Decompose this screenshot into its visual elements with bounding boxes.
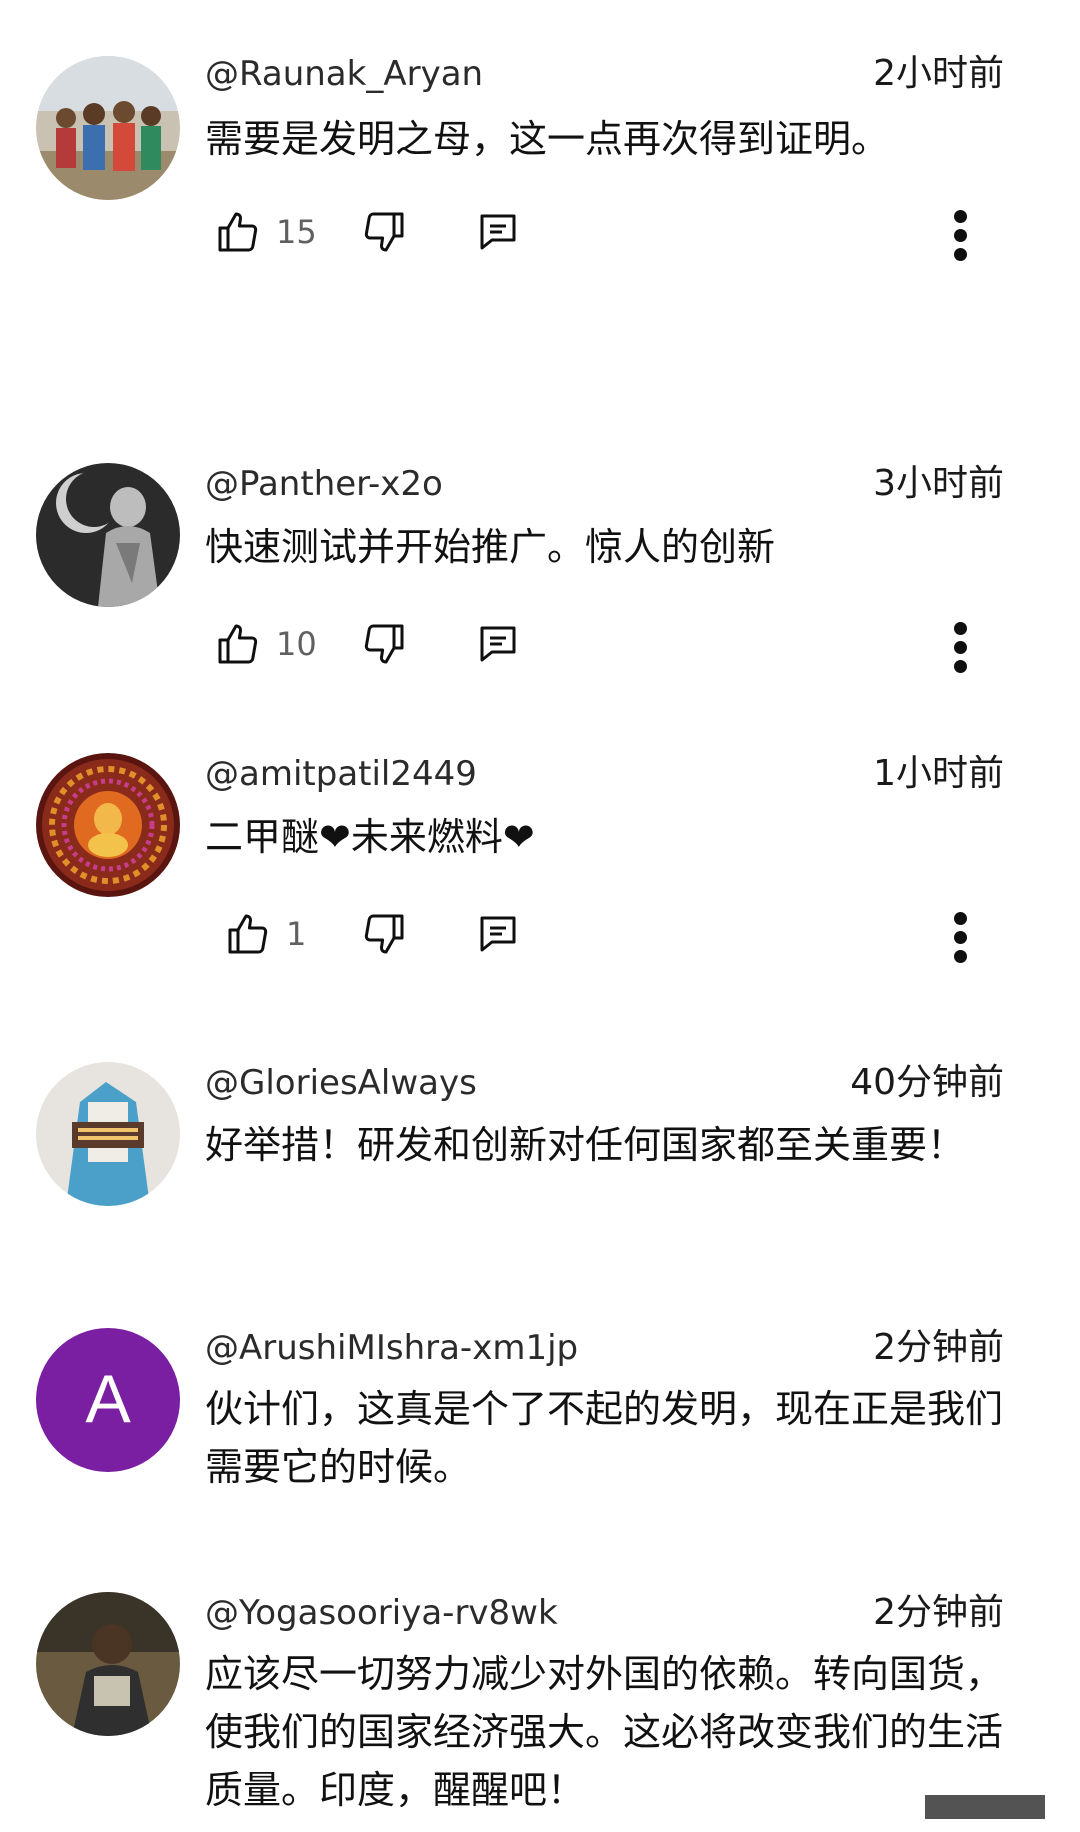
avatar[interactable] [36, 1062, 180, 1206]
comment-text: 需要是发明之母，这一点再次得到证明。 [205, 117, 890, 161]
comment-author[interactable]: @ArushiMIshra-xm1jp [205, 1326, 578, 1370]
comment-text: 应该尽一切努力减少对外国的依赖。转向国货，使我们的国家经济强大。这必将改变我们的… [205, 1652, 1004, 1812]
avatar[interactable]: A [36, 1328, 180, 1472]
comment-timestamp: 3小时前 [873, 463, 1004, 504]
thumbs-up-icon[interactable] [214, 208, 262, 256]
like-count: 15 [276, 213, 317, 251]
comment-timestamp: 40分钟前 [850, 1062, 1004, 1103]
more-vertical-icon[interactable] [948, 622, 972, 678]
reply-comment-icon[interactable] [474, 910, 522, 958]
comment-timestamp: 2分钟前 [873, 1592, 1004, 1633]
comment-text: 伙计们，这真是个了不起的发明，现在正是我们需要它的时候。 [205, 1387, 1004, 1489]
avatar[interactable] [36, 463, 180, 607]
like-count: 1 [286, 915, 307, 953]
avatar[interactable] [36, 753, 180, 897]
comment-text: 二甲醚❤未来燃料❤ [205, 815, 535, 859]
avatar[interactable] [36, 1592, 180, 1736]
comment-text: 好举措！研发和创新对任何国家都至关重要！ [205, 1123, 966, 1167]
comment-actions: 10 [0, 620, 1080, 680]
thumbs-down-icon[interactable] [360, 208, 408, 256]
avatar-letter: A [85, 1361, 131, 1437]
comment-text: 快速测试并开始推广。惊人的创新 [205, 525, 776, 569]
comment-actions: 1 [0, 910, 1080, 970]
thumbs-down-icon[interactable] [360, 620, 408, 668]
thumbs-up-icon[interactable] [224, 910, 272, 958]
comment-author[interactable]: @amitpatil2449 [205, 752, 477, 796]
thumbs-up-icon[interactable] [214, 620, 262, 668]
comment-timestamp: 2分钟前 [873, 1327, 1004, 1368]
reply-comment-icon[interactable] [474, 208, 522, 256]
comment-author[interactable]: @Raunak_Aryan [205, 52, 483, 96]
watermark [925, 1795, 1045, 1819]
more-vertical-icon[interactable] [948, 210, 972, 266]
avatar[interactable] [36, 56, 180, 200]
comment-author[interactable]: @Yogasooriya-rv8wk [205, 1591, 558, 1635]
more-vertical-icon[interactable] [948, 912, 972, 968]
comment-timestamp: 2小时前 [873, 53, 1004, 94]
reply-comment-icon[interactable] [474, 620, 522, 668]
like-count: 10 [276, 625, 317, 663]
comment-author[interactable]: @Panther-x2o [205, 462, 443, 506]
comment-author[interactable]: @GloriesAlways [205, 1061, 477, 1105]
thumbs-down-icon[interactable] [360, 910, 408, 958]
comment-timestamp: 1小时前 [873, 753, 1004, 794]
comment-actions: 15 [0, 208, 1080, 268]
